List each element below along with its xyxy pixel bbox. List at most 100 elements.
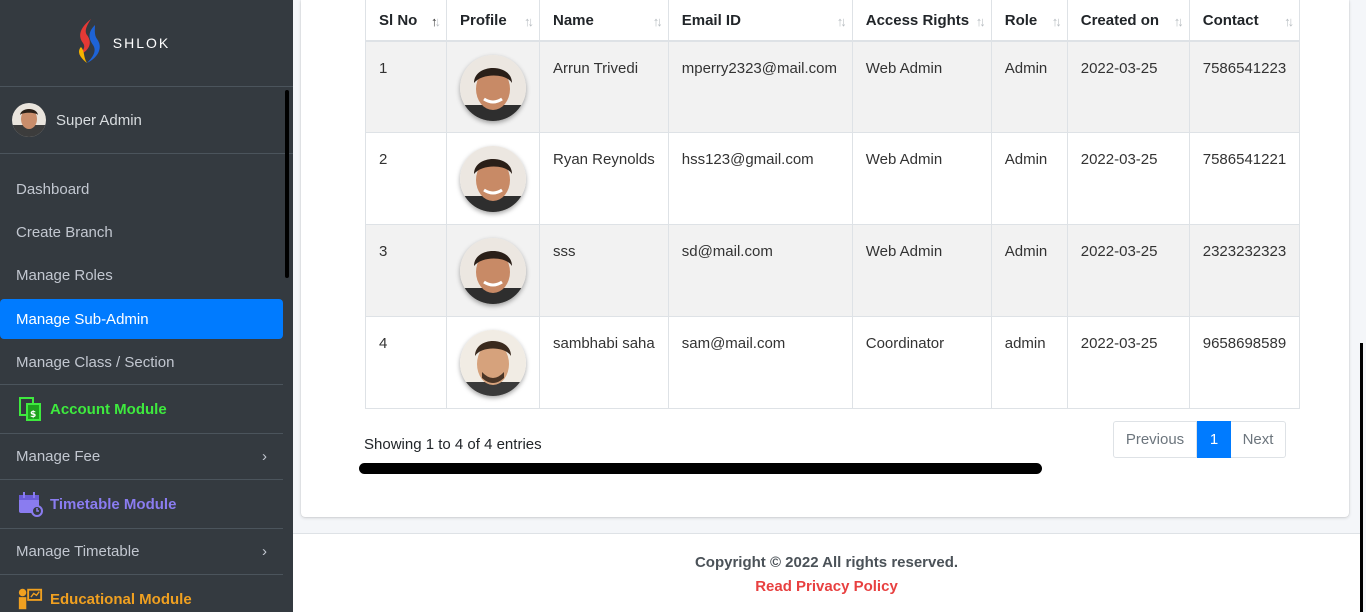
cell-profile — [446, 224, 540, 317]
cell-created-on: 2022-03-25 — [1066, 40, 1190, 133]
table-row: 2 Ryan Reynolds hss123@gmail.com Web Adm… — [365, 132, 1301, 225]
column-label: Email ID — [681, 11, 741, 29]
sidebar-item-label: Manage Roles — [16, 267, 113, 284]
sidebar-item-label: Manage Timetable — [16, 543, 140, 560]
calendar-icon — [17, 491, 43, 517]
profile-photo — [460, 330, 526, 396]
sidebar-item-manage-sub-admin[interactable]: Manage Sub-Admin — [0, 299, 283, 339]
svg-text:$: $ — [30, 410, 36, 420]
sort-icon: ↑↓ — [836, 14, 847, 29]
sub-admin-card: Sl No ↑↓ Profile ↑↓ Name ↑↓ Email ID ↑↓ Acce… — [301, 0, 1349, 517]
sidebar-item-label: Manage Class / Section — [16, 354, 175, 371]
next-button[interactable]: Next — [1231, 421, 1286, 458]
cell-role: Admin — [990, 40, 1068, 133]
cell-profile — [446, 316, 540, 409]
sidebar-item-label: Create Branch — [16, 224, 113, 241]
sort-icon: ↑↓ — [975, 14, 986, 29]
page-1-button[interactable]: 1 — [1197, 421, 1231, 458]
sort-icon: ↑↓ — [652, 14, 663, 29]
footer: Copyright © 2022 All rights reserved. Re… — [293, 533, 1360, 612]
cell-contact: 7586541221 — [1188, 132, 1301, 225]
pagination: Previous 1 Next — [1113, 421, 1286, 458]
sidebar-item-manage-class-section[interactable]: Manage Class / Section — [0, 341, 283, 384]
account-module-icon: $ — [17, 396, 43, 422]
brand-name: SHLOK — [112, 35, 171, 51]
table-row: 3 sss sd@mail.com Web Admin Admin 2022-0… — [365, 224, 1301, 317]
cell-name: Arrun Trivedi — [539, 40, 669, 133]
avatar — [12, 103, 46, 137]
cell-created-on: 2022-03-25 — [1066, 224, 1190, 317]
sidebar-item-label: Dashboard — [16, 181, 90, 198]
brand[interactable]: SHLOK — [0, 0, 293, 87]
sort-icon: ↑↓ — [524, 14, 534, 29]
table-row: 1 Arrun Trivedi mperry2323@mail.com Web … — [365, 40, 1301, 133]
column-label: Name — [553, 11, 594, 29]
column-label: Access Rights — [865, 11, 970, 29]
sidebar-item-label: Manage Sub-Admin — [16, 310, 149, 328]
sidebar: SHLOK Super Admin Dashboard Create Branc… — [0, 0, 293, 612]
column-label: Created on — [1080, 11, 1160, 29]
column-header-contact[interactable]: Contact ↑↓ — [1188, 0, 1301, 42]
cell-email: mperry2323@mail.com — [667, 40, 853, 133]
cell-access-rights: Web Admin — [851, 132, 992, 225]
sidebar-item-manage-fee[interactable]: Manage Fee › — [0, 434, 283, 479]
column-header-role[interactable]: Role ↑↓ — [990, 0, 1068, 42]
copyright-text: Copyright © 2022 All rights reserved. — [694, 554, 959, 571]
column-label: Contact — [1202, 11, 1259, 29]
previous-button[interactable]: Previous — [1113, 421, 1197, 458]
shlok-logo-icon — [73, 17, 105, 70]
column-header-access-rights[interactable]: Access Rights ↑↓ — [851, 0, 992, 42]
cell-email: sam@mail.com — [667, 316, 853, 409]
cell-sl-no: 1 — [365, 40, 447, 133]
column-label: Role — [1004, 11, 1038, 29]
cell-name: sss — [539, 224, 669, 317]
cell-sl-no: 2 — [365, 132, 447, 225]
chevron-right-icon: › — [262, 543, 267, 560]
cell-contact: 2323232323 — [1188, 224, 1301, 317]
sidebar-scrollbar[interactable] — [285, 90, 289, 278]
cell-contact: 9658698589 — [1188, 316, 1301, 409]
cell-email: hss123@gmail.com — [667, 132, 853, 225]
sidebar-item-create-branch[interactable]: Create Branch — [0, 211, 283, 254]
sidebar-item-label: Manage Fee — [16, 448, 101, 465]
cell-contact: 7586541223 — [1188, 40, 1301, 133]
cell-role: admin — [990, 316, 1068, 409]
cell-sl-no: 3 — [365, 224, 447, 317]
cell-role: Admin — [990, 132, 1068, 225]
column-header-name[interactable]: Name ↑↓ — [539, 0, 669, 42]
account-module-header: $ Account Module — [0, 384, 283, 434]
cell-access-rights: Web Admin — [851, 40, 992, 133]
sort-icon: ↑↓ — [1051, 14, 1062, 29]
profile-photo — [460, 146, 526, 212]
user-panel[interactable]: Super Admin — [0, 87, 293, 154]
timetable-module-header: Timetable Module — [0, 479, 283, 529]
profile-photo — [460, 54, 526, 121]
sidebar-item-dashboard[interactable]: Dashboard — [0, 168, 283, 211]
cell-name: Ryan Reynolds — [539, 132, 669, 225]
timetable-module-title: Timetable Module — [50, 495, 177, 513]
cell-profile — [446, 132, 540, 225]
sort-icon: ↑↓ — [1173, 14, 1184, 29]
privacy-policy-link[interactable]: Read Privacy Policy — [293, 578, 1360, 595]
cell-sl-no: 4 — [365, 316, 447, 409]
sort-asc-icon: ↑↓ — [431, 14, 441, 29]
sidebar-item-manage-roles[interactable]: Manage Roles — [0, 254, 283, 297]
sidebar-nav: Dashboard Create Branch Manage Roles Man… — [0, 168, 283, 612]
page-scrollbar[interactable] — [1360, 343, 1363, 612]
sidebar-item-manage-timetable[interactable]: Manage Timetable › — [0, 529, 283, 574]
column-label: Profile — [460, 11, 507, 29]
cell-access-rights: Web Admin — [851, 224, 992, 317]
account-module-title: Account Module — [50, 400, 167, 418]
column-header-created-on[interactable]: Created on ↑↓ — [1066, 0, 1190, 42]
sort-icon: ↑↓ — [1284, 14, 1294, 29]
profile-photo — [460, 238, 526, 304]
educational-module-title: Educational Module — [50, 590, 192, 608]
table-horizontal-scrollbar[interactable] — [359, 463, 1042, 474]
cell-name: sambhabi saha — [539, 316, 669, 409]
column-header-profile[interactable]: Profile ↑↓ — [446, 0, 540, 42]
column-header-sl-no[interactable]: Sl No ↑↓ — [365, 0, 447, 42]
table-info: Showing 1 to 4 of 4 entries — [364, 436, 542, 453]
table-header-row: Sl No ↑↓ Profile ↑↓ Name ↑↓ Email ID ↑↓ Acce… — [365, 0, 1301, 42]
user-name: Super Admin — [56, 111, 142, 129]
column-header-email[interactable]: Email ID ↑↓ — [667, 0, 853, 42]
